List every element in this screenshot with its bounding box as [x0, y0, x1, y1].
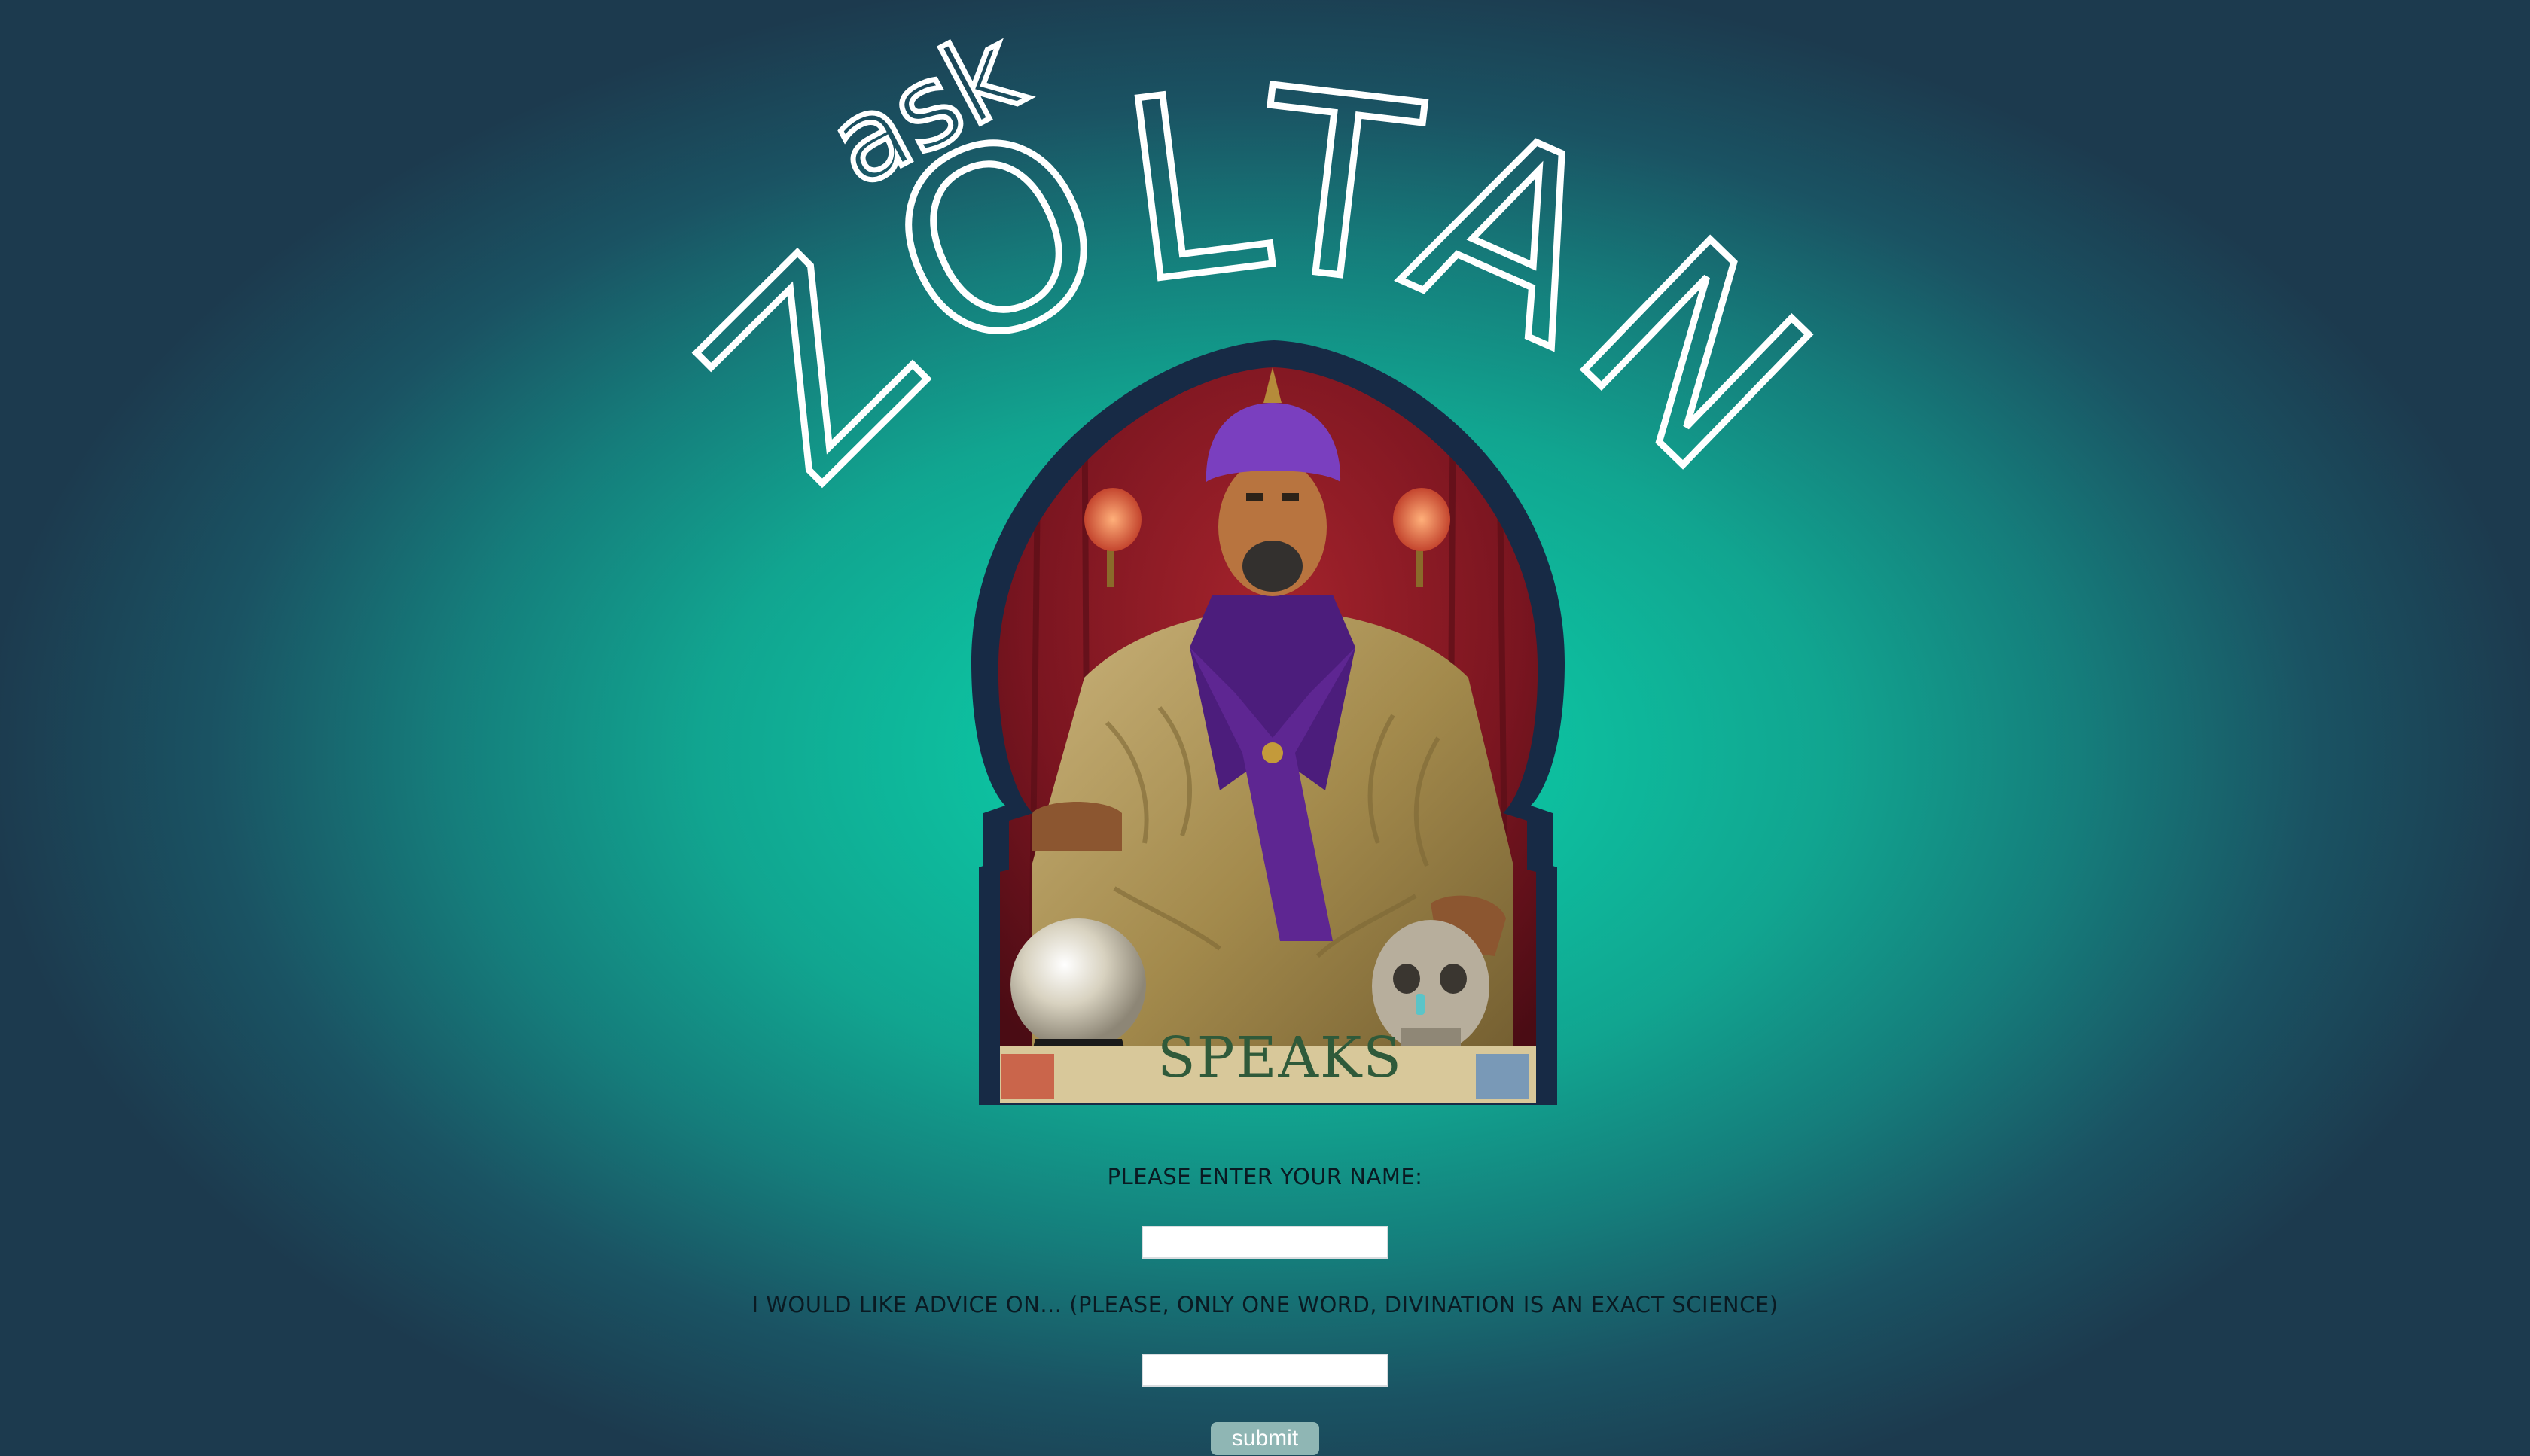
name-label: PLEASE ENTER YOUR NAME: [1107, 1164, 1423, 1189]
zoltan-portrait: SPEAKS [971, 340, 1565, 1105]
advice-input[interactable] [1142, 1354, 1388, 1387]
page-background: ask ZOLTAN SPEAKS PLEASE ENTER YOUR NAME… [0, 0, 2530, 1456]
table-sign-text: SPEAKS [1157, 1025, 1403, 1090]
name-input[interactable] [1142, 1226, 1388, 1259]
crystal-ball [1010, 918, 1146, 1051]
advice-label: I WOULD LIKE ADVICE ON... (PLEASE, ONLY … [751, 1292, 1779, 1317]
ask-zoltan-logo: ask ZOLTAN SPEAKS [648, 3, 1861, 1105]
submit-button[interactable]: submit [1211, 1422, 1319, 1455]
